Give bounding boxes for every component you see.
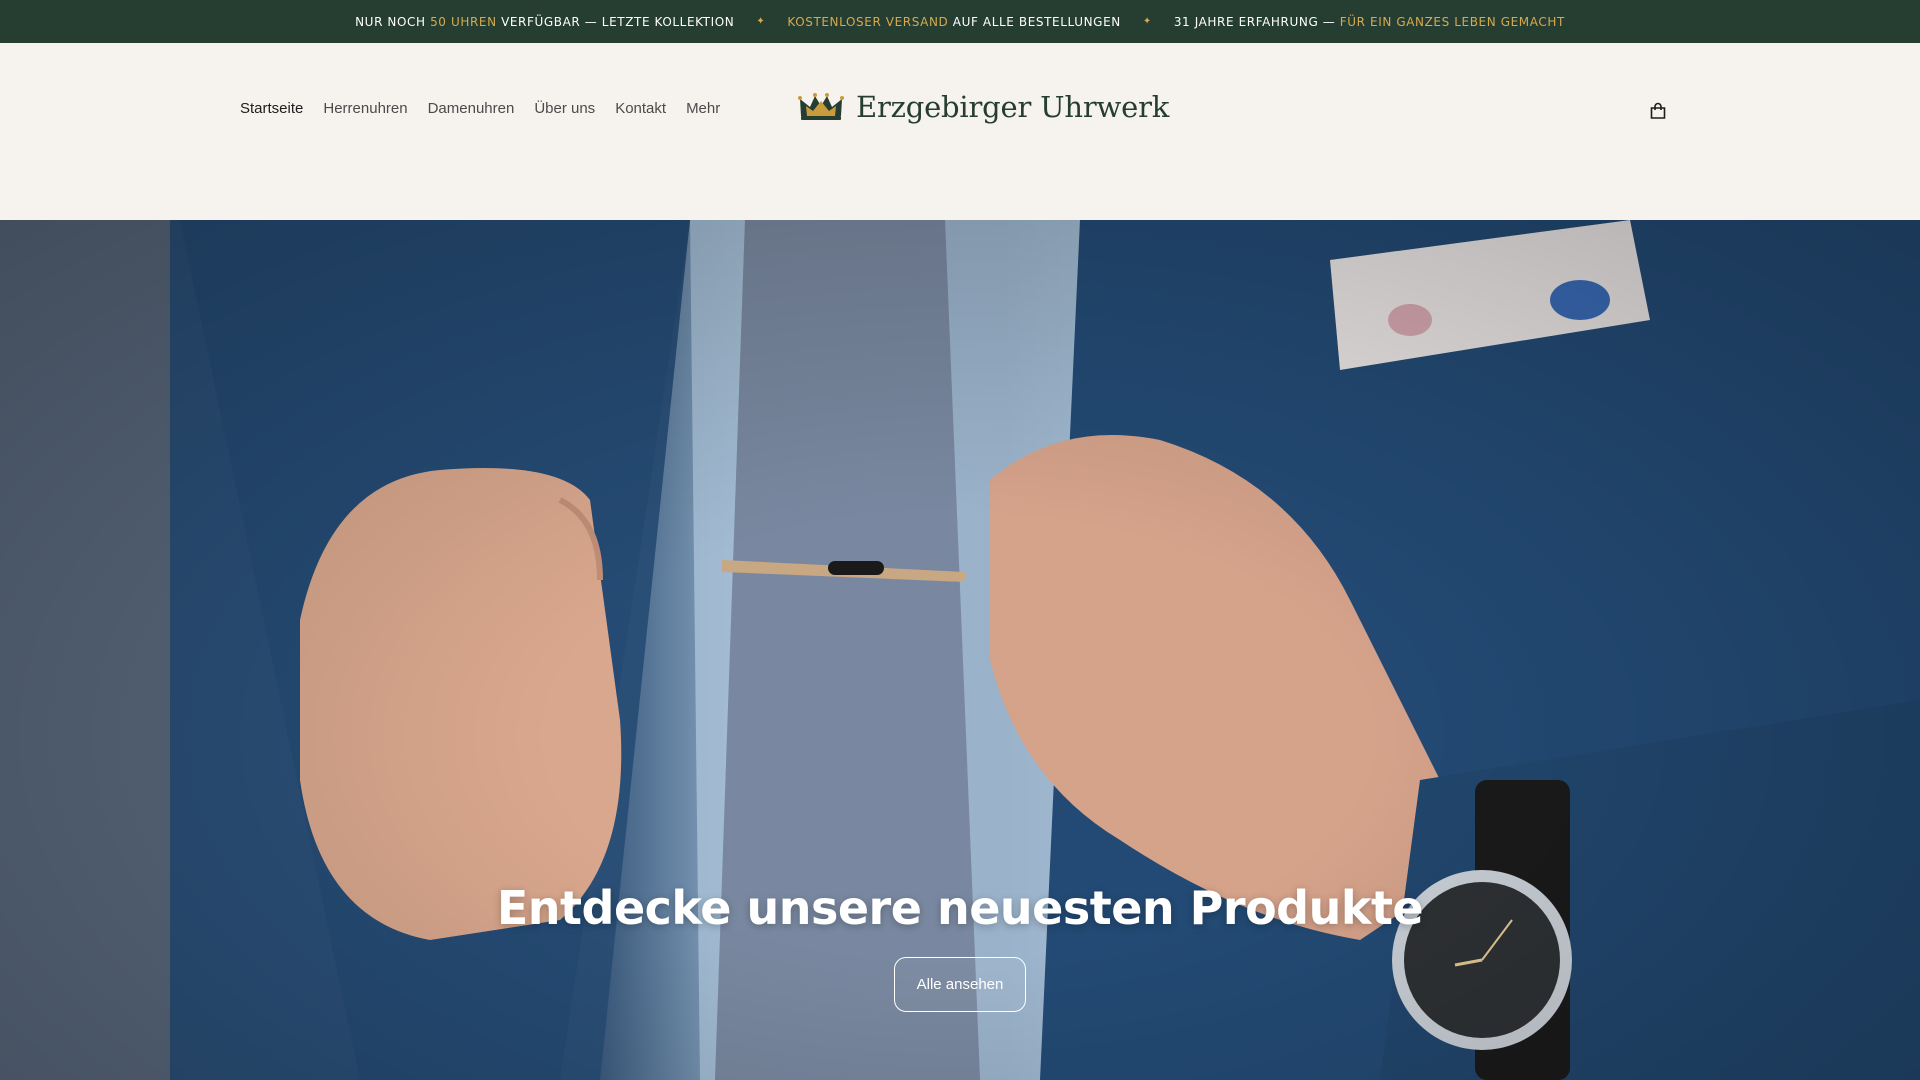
announcement-bar: NUR NOCH 50 UHREN VERFÜGBAR — LETZTE KOL… (0, 0, 1920, 43)
announcement-message-2: KOSTENLOSER VERSAND AUF ALLE BESTELLUNGE… (787, 15, 1120, 29)
cart-button[interactable] (1648, 101, 1668, 121)
brand-logo[interactable]: Erzgebirger Uhrwerk (798, 90, 1169, 124)
announcement-highlight: 50 UHREN (430, 14, 497, 29)
brand-name: Erzgebirger Uhrwerk (856, 90, 1170, 124)
nav-item-mehr[interactable]: Mehr (686, 100, 720, 117)
announcement-text: 31 JAHRE ERFAHRUNG — (1173, 14, 1340, 29)
announcement-text: VERFÜGBAR — LETZTE KOLLEKTION (496, 14, 735, 29)
nav-item-startseite[interactable]: Startseite (240, 100, 303, 117)
separator-icon: ✦ (756, 16, 766, 27)
view-all-button[interactable]: Alle ansehen (894, 957, 1026, 1012)
crown-icon (798, 92, 844, 122)
nav-item-damenuhren[interactable]: Damenuhren (428, 100, 515, 117)
hero-banner: Entdecke unsere neuesten Produkte Alle a… (0, 220, 1920, 1080)
nav-item-herrenuhren[interactable]: Herrenuhren (323, 100, 407, 117)
hero-overlay (0, 220, 1920, 1080)
nav-item-ueber-uns[interactable]: Über uns (534, 100, 595, 117)
main-navigation: Startseite Herrenuhren Damenuhren Über u… (240, 100, 720, 117)
nav-item-kontakt[interactable]: Kontakt (615, 100, 666, 117)
announcement-highlight: KOSTENLOSER VERSAND (787, 14, 949, 29)
hero-title: Entdecke unsere neuesten Produkte (496, 881, 1424, 935)
announcement-text: NUR NOCH (355, 14, 431, 29)
separator-icon: ✦ (1142, 16, 1152, 27)
site-header: Startseite Herrenuhren Damenuhren Über u… (0, 43, 1920, 220)
announcement-message-3: 31 JAHRE ERFAHRUNG — FÜR EIN GANZES LEBE… (1174, 15, 1565, 29)
announcement-text: AUF ALLE BESTELLUNGEN (948, 14, 1121, 29)
shopping-bag-icon (1648, 101, 1668, 121)
announcement-highlight: FÜR EIN GANZES LEBEN GEMACHT (1339, 14, 1565, 29)
announcement-message-1: NUR NOCH 50 UHREN VERFÜGBAR — LETZTE KOL… (355, 15, 734, 29)
